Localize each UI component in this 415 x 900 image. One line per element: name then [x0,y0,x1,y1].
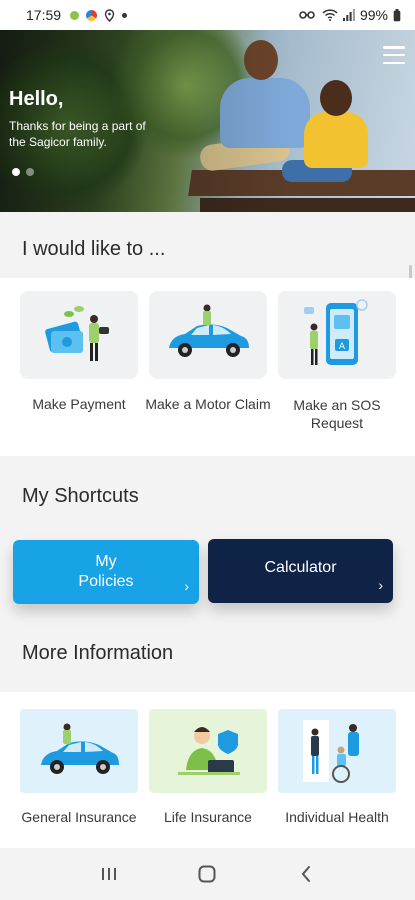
hero-banner[interactable]: Hello, Thanks for being a part of the Sa… [0,30,415,212]
make-payment-label[interactable]: Make Payment [14,395,144,413]
actions-section-title: I would like to ... [22,238,166,260]
carousel-dot[interactable] [26,168,34,176]
motor-claim-illustration-icon [169,304,249,357]
key-icon [299,11,315,19]
location-icon [104,8,115,22]
make-payment-card[interactable] [20,291,138,379]
system-navigation-bar [0,848,415,900]
general-insurance-card[interactable] [20,709,138,793]
shortcuts-section-title: My Shortcuts [22,485,139,507]
chevron-right-icon: › [184,578,189,594]
motor-claim-label[interactable]: Make a Motor Claim [143,395,273,413]
wifi-icon [322,9,338,21]
general-insurance-label[interactable]: General Insurance [14,808,144,826]
recents-icon[interactable] [89,859,129,889]
carousel-indicator[interactable] [12,168,34,176]
signal-icon [342,9,355,21]
life-insurance-card[interactable] [149,709,267,793]
chevron-right-icon: › [378,577,383,593]
my-policies-button[interactable]: My Policies › [13,540,199,604]
individual-health-card[interactable] [278,709,396,793]
hero-subtitle: Thanks for being a part of the Sagicor f… [9,119,146,149]
notification-icons [70,8,128,22]
individual-health-label[interactable]: Individual Health [272,808,402,826]
chrome-icon [86,9,98,21]
svg-text:A: A [339,342,346,352]
sos-phone-illustration-icon: A [304,299,368,365]
battery-icon [393,8,401,21]
calculator-button[interactable]: Calculator › [208,539,393,603]
hamburger-menu-icon[interactable] [383,46,405,64]
life-insurance-label[interactable]: Life Insurance [143,808,273,826]
payment-illustration-icon [45,306,109,361]
dot-icon [122,12,128,18]
life-insurance-illustration-icon [178,727,240,775]
my-policies-label: My Policies [78,553,134,590]
green-dot-icon [70,10,80,20]
carousel-dot-active[interactable] [12,168,20,176]
more-info-section-title: More Information [22,642,174,664]
app-screen: 17:59 99% Hello, Thanks for being a part… [0,0,415,900]
hero-greeting: Hello, [9,88,64,110]
health-illustration-icon [303,720,359,783]
home-icon[interactable] [187,859,227,889]
system-status: 99% [299,7,401,23]
car-illustration-icon [41,723,119,774]
back-icon[interactable] [286,859,326,889]
status-bar: 17:59 99% [0,0,415,30]
sos-request-card[interactable]: A [278,291,396,379]
status-time: 17:59 [26,7,62,23]
motor-claim-card[interactable] [149,291,267,379]
sos-request-label[interactable]: Make an SOS Request [272,396,402,432]
calculator-label: Calculator [264,559,337,576]
battery-percent: 99% [359,7,388,23]
